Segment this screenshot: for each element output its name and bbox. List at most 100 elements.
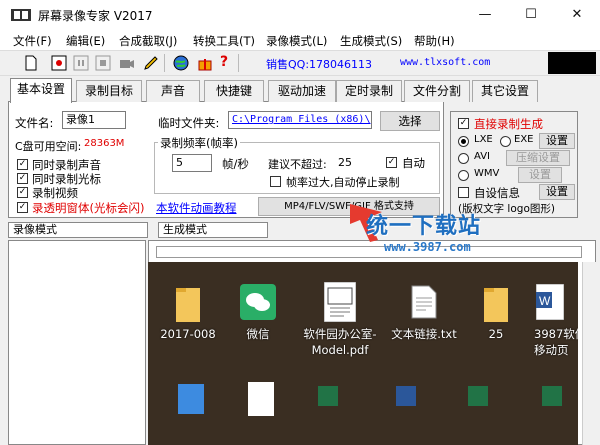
animation-tutorial-link[interactable]: 本软件动画教程 — [156, 200, 237, 216]
auto-checkbox[interactable]: ✓ — [386, 157, 397, 168]
pause-icon[interactable] — [72, 54, 90, 72]
direct-record-label: 直接录制生成 — [474, 117, 543, 131]
folder-icon — [176, 288, 200, 322]
desktop-preview: 2017-008 微信 软件园办公室-Model.pdf 文本链接.txt 25… — [148, 262, 578, 445]
pen-icon[interactable] — [142, 54, 160, 72]
desktop-folder-25[interactable]: 25 — [464, 282, 528, 358]
toolbar-separator — [164, 54, 165, 72]
desktop-folder[interactable]: 2017-008 — [156, 282, 220, 358]
excel-icon — [468, 386, 488, 406]
tab-hotkey[interactable]: 快捷键 — [204, 80, 264, 102]
record-video-checkbox[interactable]: ✓ — [17, 187, 28, 198]
word-doc-icon: W — [536, 284, 564, 320]
menu-record-mode[interactable]: 录像模式(L) — [266, 33, 327, 49]
desktop-label: 文本链接.txt — [391, 327, 457, 341]
vertical-scrollbar[interactable] — [582, 262, 596, 445]
tab-timer[interactable]: 定时录制 — [336, 80, 402, 102]
menu-compose[interactable]: 合成截取(J) — [119, 33, 177, 49]
sales-qq: 销售QQ:178046113 — [266, 58, 373, 71]
auto-label: 自动 — [402, 156, 425, 170]
record-mode-header[interactable]: 录像模式 — [8, 222, 148, 238]
wmv-radio[interactable] — [458, 170, 469, 181]
help-icon[interactable]: ? — [220, 54, 228, 70]
folder-icon — [484, 288, 508, 322]
record-list[interactable] — [8, 240, 146, 445]
frame-rate-unit: 帧/秒 — [222, 157, 249, 171]
menu-file[interactable]: 文件(F) — [13, 33, 52, 49]
close-button[interactable]: ✕ — [554, 0, 600, 30]
menu-generate-mode[interactable]: 生成模式(S) — [340, 33, 402, 49]
new-file-icon[interactable] — [22, 54, 40, 72]
minimize-button[interactable]: — — [462, 0, 508, 30]
record-video-label: 录制视频 — [32, 186, 78, 200]
camera-icon[interactable] — [118, 54, 136, 72]
timeline-bar[interactable] — [156, 246, 582, 258]
auto-stop-label: 帧率过大,自动停止录制 — [286, 176, 400, 189]
record-icon[interactable] — [50, 54, 68, 72]
desktop-label: 2017-008 — [160, 327, 216, 341]
wmv-settings-button[interactable]: 设置 — [518, 167, 562, 183]
transparent-window-checkbox[interactable]: ✓ — [17, 202, 28, 213]
temp-folder-label: 临时文件夹: — [158, 116, 220, 130]
tab-split[interactable]: 文件分割 — [404, 80, 470, 102]
temp-folder-input[interactable]: C:\Program Files (x86)\ — [228, 111, 372, 129]
menu-edit[interactable]: 编辑(E) — [66, 33, 105, 49]
desktop-label: 25 — [488, 327, 504, 341]
avi-radio[interactable] — [458, 153, 469, 164]
choose-folder-button[interactable]: 选择 — [380, 111, 440, 131]
filename-label: 文件名: — [15, 116, 54, 130]
window-title: 屏幕录像专家 V2017 — [38, 9, 153, 23]
lxe-settings-button[interactable]: 设置 — [539, 133, 575, 149]
exe-radio[interactable] — [500, 136, 511, 147]
excel-icon — [542, 386, 562, 406]
custom-info-checkbox[interactable] — [458, 187, 469, 198]
auto-stop-checkbox[interactable] — [270, 176, 281, 187]
gift-icon[interactable] — [196, 54, 214, 72]
desktop-label: 微信 — [246, 327, 270, 341]
partial-icon — [178, 384, 204, 414]
tab-record-target[interactable]: 录制目标 — [76, 80, 142, 102]
desktop-pdf[interactable]: 软件园办公室-Model.pdf — [300, 282, 380, 358]
globe-icon[interactable] — [172, 54, 190, 72]
frame-rate-input[interactable]: 5 — [172, 154, 212, 172]
record-cursor-checkbox[interactable]: ✓ — [17, 173, 28, 184]
text-file-icon — [411, 285, 437, 319]
maximize-button[interactable]: ☐ — [508, 0, 554, 30]
suggest-label: 建议不超过: — [268, 158, 327, 171]
desktop-label: 软件园办公室-Model.pdf — [303, 327, 377, 357]
tab-other[interactable]: 其它设置 — [472, 80, 538, 102]
menu-help[interactable]: 帮助(H) — [414, 33, 455, 49]
desktop-word-doc[interactable]: W 3987软件截移动页 — [526, 282, 578, 358]
record-sound-checkbox[interactable]: ✓ — [17, 159, 28, 170]
watermark-url: www.3987.com — [384, 240, 471, 254]
generate-mode-header[interactable]: 生成模式 — [158, 222, 268, 238]
stop-icon[interactable] — [94, 54, 112, 72]
menu-convert[interactable]: 转换工具(T) — [193, 33, 255, 49]
tab-driver[interactable]: 驱动加速 — [268, 80, 336, 102]
tab-basic[interactable]: 基本设置 — [10, 78, 72, 103]
title-bar: 屏幕录像专家 V2017 — ☐ ✕ — [0, 0, 600, 30]
direct-record-checkbox[interactable]: ✓ — [458, 118, 469, 129]
word-icon — [396, 386, 416, 406]
filename-input[interactable]: 录像1 — [62, 111, 126, 129]
lxe-label: LXE — [474, 134, 493, 145]
desktop-wechat[interactable]: 微信 — [226, 282, 290, 358]
tab-sound[interactable]: 声音 — [146, 80, 200, 102]
compress-settings-button[interactable]: 压缩设置 — [506, 150, 570, 166]
partial-file-icon — [248, 382, 274, 416]
desktop-label: 3987软件截移动页 — [534, 327, 578, 357]
website-link[interactable]: www.tlxsoft.com — [400, 57, 490, 68]
rate-group-title: 录制频率(帧率) — [158, 135, 240, 151]
excel-icon — [318, 386, 338, 406]
suggest-value: 25 — [338, 156, 352, 169]
transparent-window-label: 录透明窗体(光标会闪) — [32, 201, 145, 215]
camera-app-icon — [11, 9, 31, 21]
wechat-icon — [240, 284, 276, 320]
svg-text:W: W — [539, 294, 551, 308]
exe-label: EXE — [514, 134, 534, 145]
custom-info-settings-button[interactable]: 设置 — [539, 184, 575, 200]
lxe-radio[interactable] — [458, 136, 469, 147]
desktop-txt[interactable]: 文本链接.txt — [386, 282, 462, 358]
disk-space-value: 28363M — [84, 138, 125, 149]
watermark-brand: 统一下载站 — [366, 214, 482, 239]
